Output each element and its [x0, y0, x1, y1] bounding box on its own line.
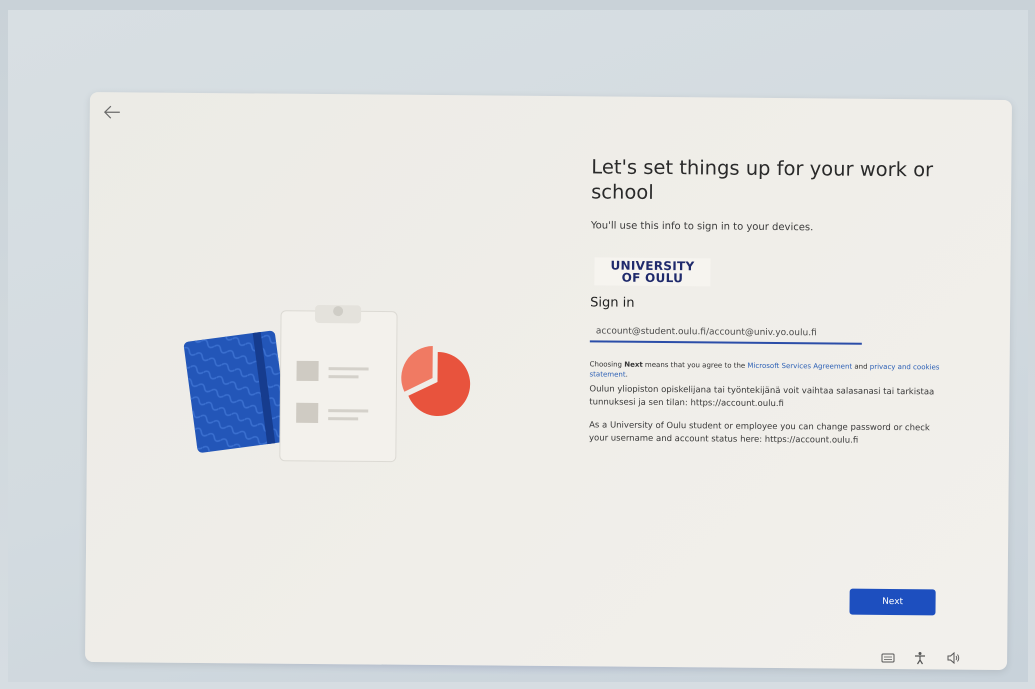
setup-illustration [183, 305, 471, 463]
info-finnish: Oulun yliopiston opiskelijana tai työnte… [589, 384, 935, 410]
back-arrow-icon[interactable] [103, 104, 121, 120]
next-button[interactable]: Next [849, 588, 936, 616]
agreement-and: and [852, 362, 870, 371]
volume-icon[interactable] [946, 651, 960, 665]
msa-link[interactable]: Microsoft Services Agreement [747, 362, 852, 371]
keyboard-icon[interactable] [881, 651, 895, 665]
agreement-next-word: Next [624, 360, 643, 369]
agreement-text: Choosing Next means that you agree to th… [590, 359, 945, 382]
setup-dialog: Let's set things up for your work or sch… [85, 92, 1012, 671]
page-subtitle: You'll use this info to sign in to your … [590, 220, 814, 234]
logo-line-2: OF OULU [621, 270, 684, 286]
page-title: Let's set things up for your work or sch… [591, 155, 934, 204]
info-english: As a University of Oulu student or emplo… [588, 420, 930, 446]
agreement-prefix: Choosing [589, 360, 625, 369]
clipboard-icon [279, 305, 398, 463]
agreement-end: . [625, 370, 628, 379]
signin-heading: Sign in [590, 295, 635, 311]
university-logo: UNIVERSITY OF OULU [594, 257, 711, 287]
notebook-icon [183, 330, 289, 453]
accessibility-icon[interactable] [913, 651, 927, 665]
pie-chart-icon [401, 346, 471, 417]
email-field[interactable] [589, 322, 862, 345]
agreement-middle: means that you agree to the [642, 360, 748, 370]
setup-content: Let's set things up for your work or sch… [589, 154, 962, 448]
